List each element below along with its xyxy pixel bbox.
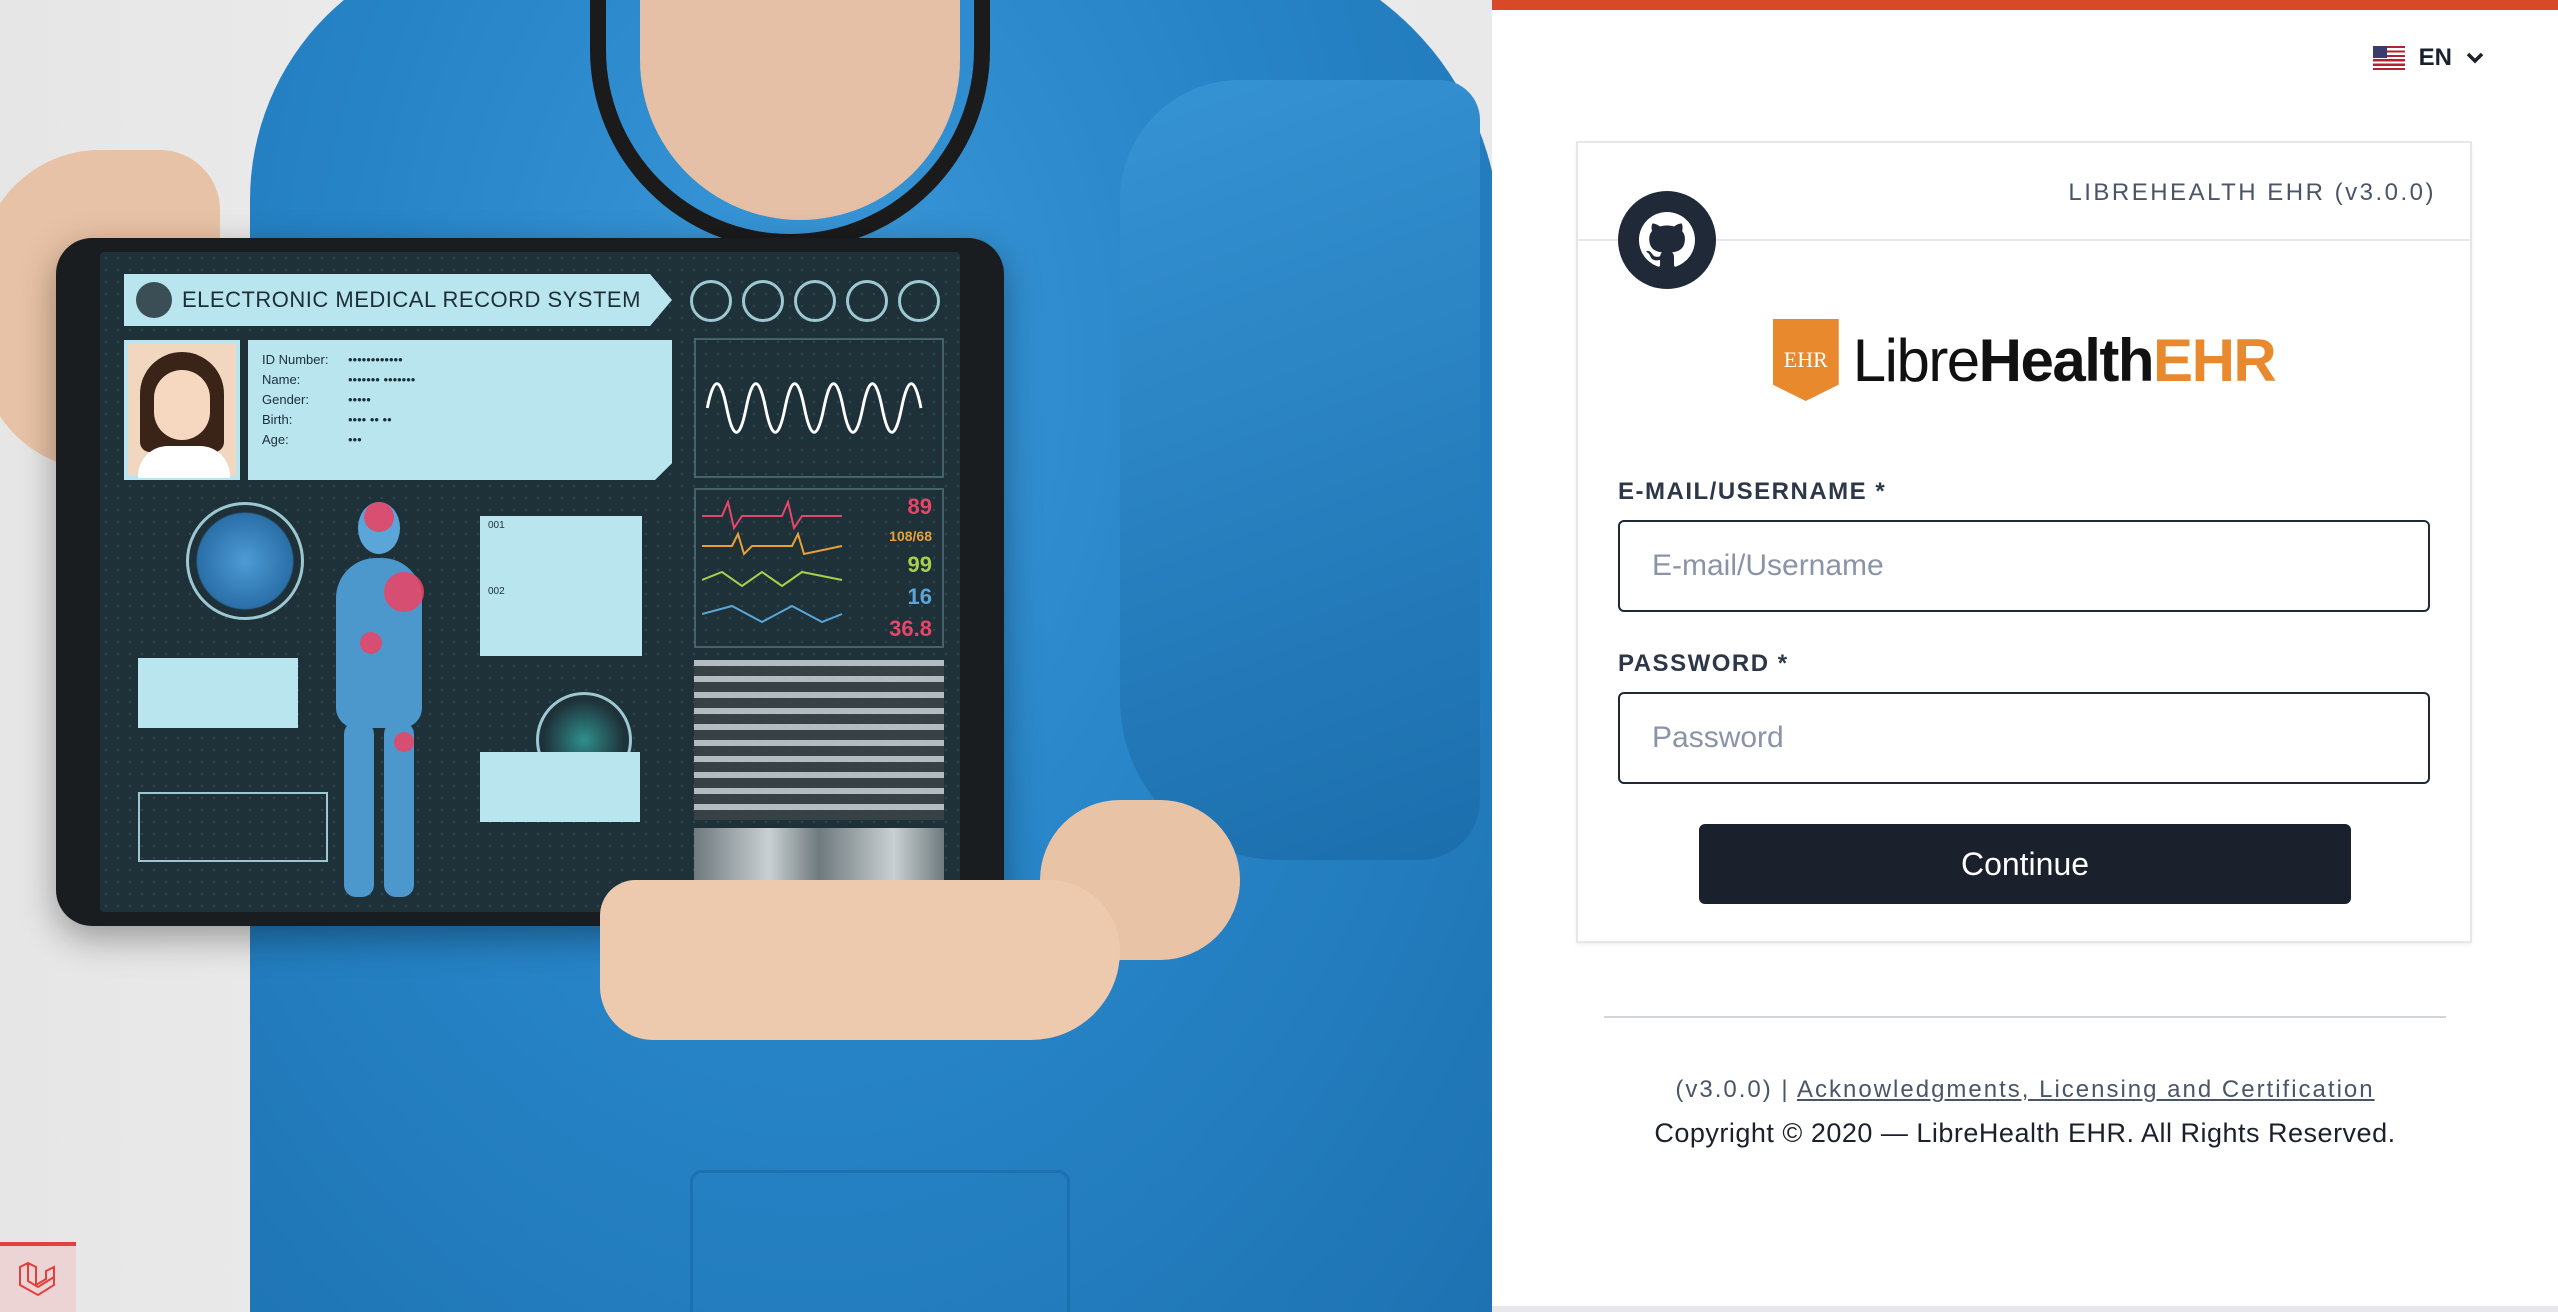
patient-field: Name: ••••••• ••••••• (262, 372, 416, 387)
emr-toolbar-icons (690, 280, 940, 322)
email-label: E-MAIL/USERNAME * (1618, 478, 1887, 505)
app-version-label: LIBREHEALTH EHR (v3.0.0) (2068, 179, 2436, 206)
vital-temperature: 36.8 (889, 616, 932, 641)
tablet-screen: ELECTRONIC MEDICAL RECORD SYSTEM ID Numb… (100, 252, 960, 912)
patient-field: Birth: •••• •• •• (262, 412, 392, 427)
librehealth-logo: EHR LibreHealthEHR (1578, 319, 2470, 401)
medicine-icon (742, 280, 784, 322)
copyright-text: Copyright © 2020 — LibreHealth EHR. All … (1654, 1118, 2396, 1148)
footer-version-line: (v3.0.0) | Acknowledgments, Licensing an… (1492, 1076, 2558, 1104)
login-panel: EN LIBREHEALTH EHR (v3.0.0) EHR LibreHea… (1492, 0, 2558, 1312)
medication-panel (138, 792, 328, 862)
vital-oxygen: 99 (907, 552, 932, 577)
patient-photo (124, 340, 240, 480)
footer-version: (v3.0.0) | (1675, 1076, 1790, 1103)
password-input[interactable] (1618, 692, 2430, 784)
patient-info-card: ID Number: •••••••••••• Name: ••••••• ••••… (248, 340, 672, 480)
continue-button[interactable]: Continue (1699, 824, 2351, 904)
vital-respiration: 16 (907, 584, 932, 609)
note-panel (138, 658, 298, 728)
cloud-icon (898, 280, 940, 322)
emr-title-banner: ELECTRONIC MEDICAL RECORD SYSTEM (124, 274, 672, 326)
calendar-icon (690, 280, 732, 322)
note-panel: 001 002 (480, 516, 642, 656)
doctor-right-hand (600, 880, 1120, 1040)
patient-field: ID Number: •••••••••••• (262, 352, 403, 367)
tablet-device: ELECTRONIC MEDICAL RECORD SYSTEM ID Numb… (56, 238, 1004, 926)
acknowledgments-link[interactable]: Acknowledgments, Licensing and Certifica… (1797, 1076, 2375, 1103)
laravel-icon[interactable] (0, 1242, 76, 1312)
mail-icon (846, 280, 888, 322)
wifi-icon (794, 280, 836, 322)
vital-blood-pressure: 108/68 (889, 528, 932, 544)
footer-divider (1604, 1016, 2446, 1018)
language-selector[interactable]: EN (2372, 44, 2484, 72)
vital-heart-rate: 89 (907, 494, 932, 519)
github-icon[interactable] (1618, 191, 1716, 289)
anatomy-figure (314, 502, 444, 902)
password-label: PASSWORD * (1618, 650, 1789, 677)
chevron-down-icon (2466, 52, 2484, 64)
login-page: ELECTRONIC MEDICAL RECORD SYSTEM ID Numb… (0, 0, 2558, 1312)
hero-image: ELECTRONIC MEDICAL RECORD SYSTEM ID Numb… (0, 0, 1492, 1312)
us-flag-icon (2372, 46, 2405, 70)
vital-signs-panel: 89 108/68 99 16 36.8 (694, 488, 944, 648)
chest-xray (694, 660, 944, 820)
language-code: EN (2418, 44, 2452, 71)
ehr-shield-icon: EHR (1772, 319, 1839, 401)
logo-wordmark: LibreHealthEHR (1852, 326, 2277, 394)
note-panel (480, 752, 640, 822)
waveform-chart (694, 338, 944, 478)
patient-field: Age: ••• (262, 432, 362, 447)
user-icon (136, 282, 172, 318)
brain-scan (186, 502, 304, 620)
top-accent-bar (1492, 0, 2558, 10)
bottom-edge (1492, 1306, 2558, 1312)
doctor-sleeve (1120, 80, 1480, 860)
emr-title-text: ELECTRONIC MEDICAL RECORD SYSTEM (182, 287, 641, 312)
email-input[interactable] (1618, 520, 2430, 612)
login-card: LIBREHEALTH EHR (v3.0.0) EHR LibreHealth… (1576, 141, 2472, 943)
scrubs-pocket (690, 1170, 1070, 1312)
patient-field: Gender: ••••• (262, 392, 371, 407)
